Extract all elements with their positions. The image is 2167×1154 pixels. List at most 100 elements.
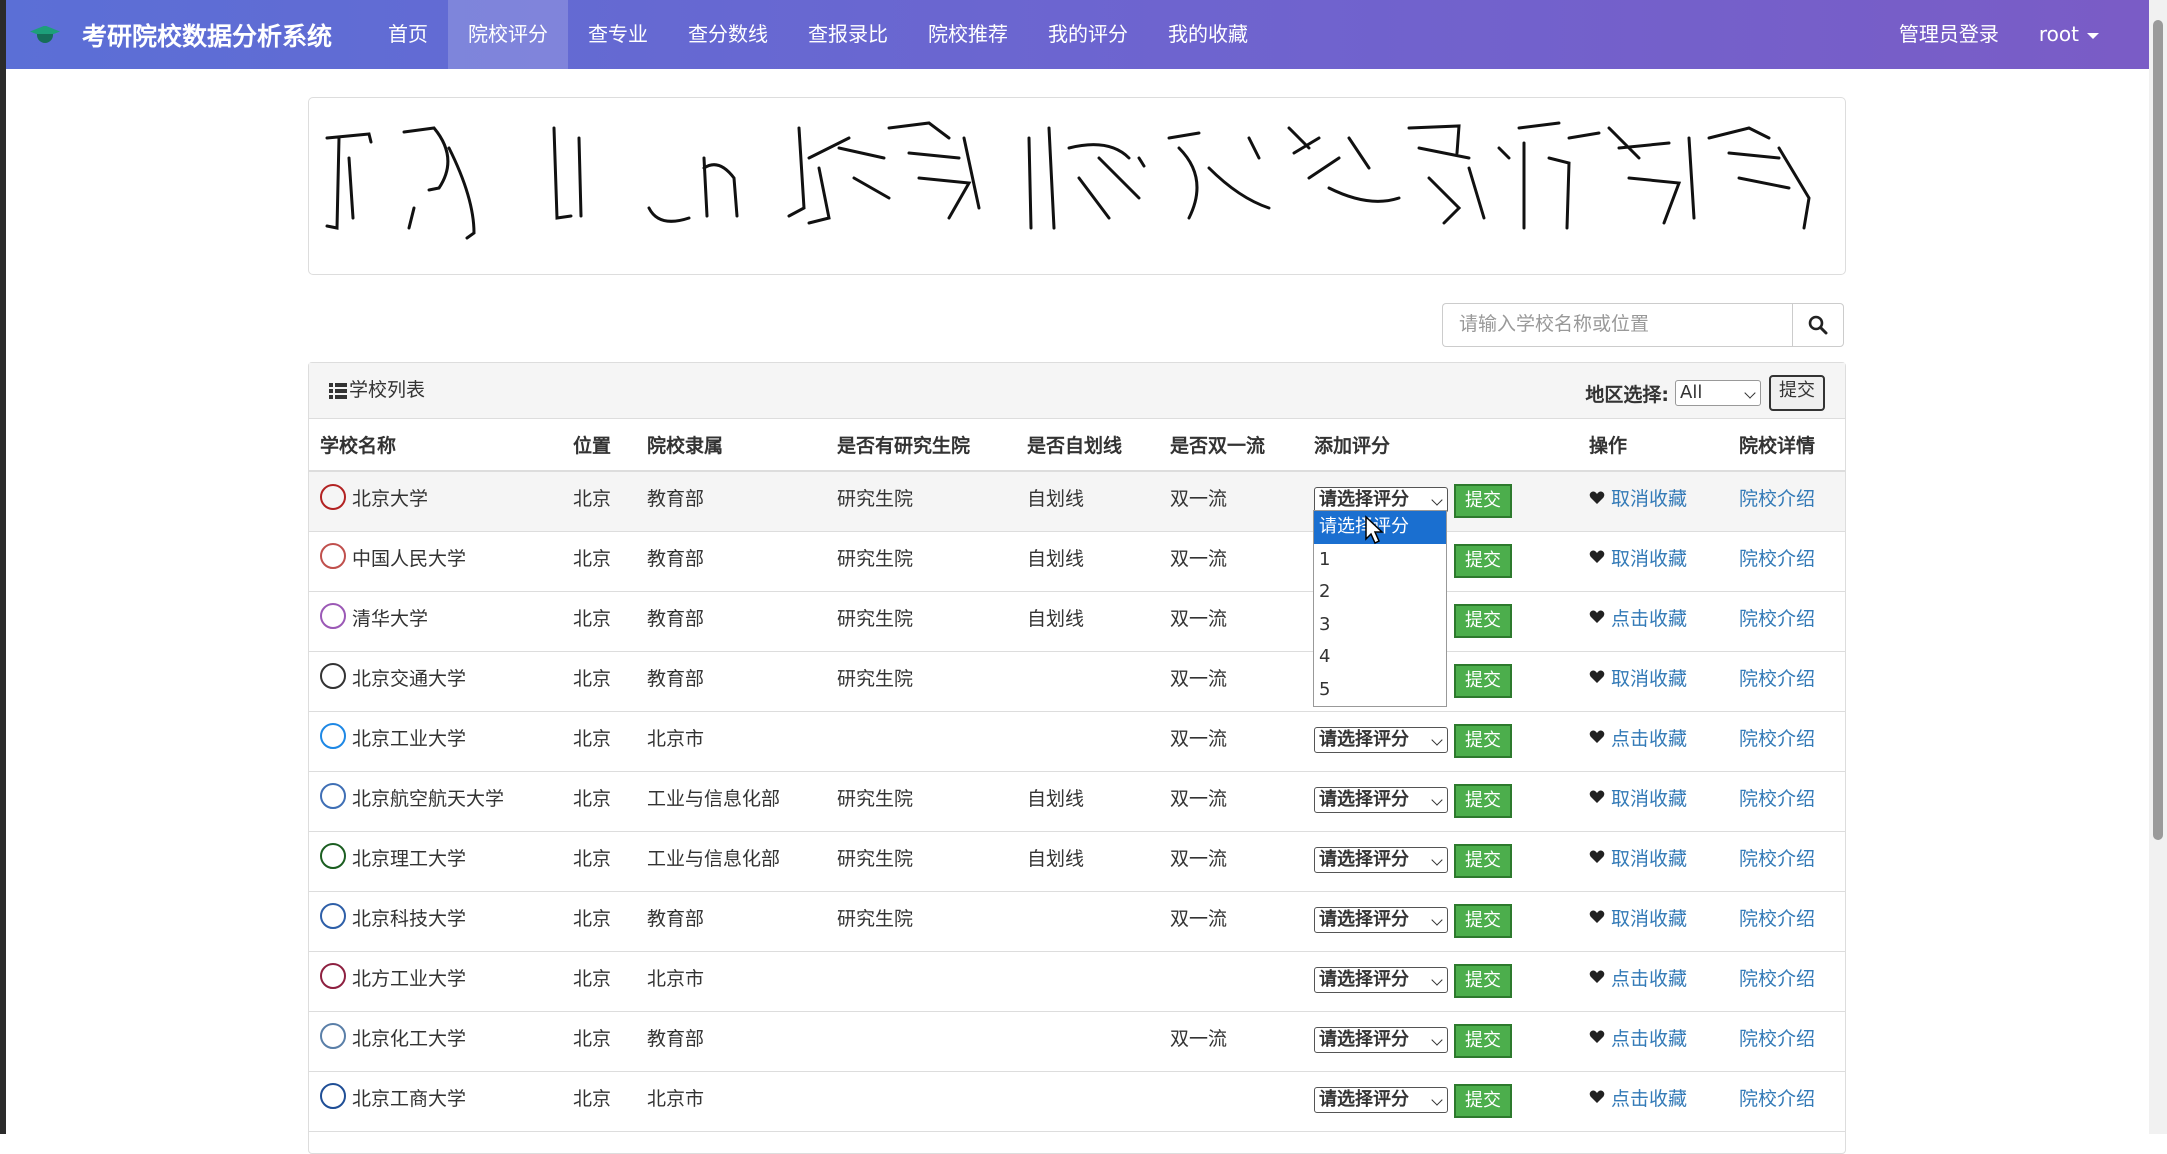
action-cell: 点击收藏	[1578, 591, 1728, 652]
table-row: 北京大学 北京 教育部 研究生院 自划线 双一流 请选择评分 提交 取消收藏 院校介绍	[309, 471, 1845, 532]
school-detail-link[interactable]: 院校介绍	[1739, 608, 1815, 630]
favorite-toggle[interactable]: 取消收藏	[1589, 544, 1717, 571]
rating-cell: 请选择评分 提交	[1303, 711, 1578, 772]
grad-school-cell	[826, 1071, 1016, 1132]
favorite-toggle[interactable]: 点击收藏	[1589, 1084, 1717, 1111]
rating-submit-button[interactable]: 提交	[1454, 484, 1512, 518]
school-detail-link[interactable]: 院校介绍	[1739, 488, 1815, 510]
school-name: 北京大学	[352, 488, 429, 510]
affiliation-cell: 工业与信息化部	[636, 831, 826, 892]
school-name: 中国人民大学	[352, 547, 467, 570]
admin-login-link[interactable]: 管理员登录	[1879, 0, 2019, 69]
rating-option-2[interactable]: 2	[1314, 576, 1446, 609]
rating-select[interactable]: 请选择评分	[1314, 1086, 1448, 1113]
detail-cell: 院校介绍	[1728, 471, 1845, 532]
rating-submit-button[interactable]: 提交	[1454, 543, 1512, 578]
banner-image	[308, 97, 1846, 275]
favorite-toggle[interactable]: 点击收藏	[1589, 1024, 1717, 1051]
school-name: 北京化工大学	[352, 1027, 467, 1050]
school-detail-link[interactable]: 院校介绍	[1739, 788, 1815, 810]
search-button[interactable]	[1792, 303, 1844, 347]
favorite-toggle[interactable]: 点击收藏	[1589, 964, 1717, 991]
rating-submit-button[interactable]: 提交	[1454, 603, 1512, 638]
school-detail-link[interactable]: 院校介绍	[1739, 728, 1815, 750]
detail-cell: 院校介绍	[1728, 891, 1845, 952]
rating-select[interactable]: 请选择评分	[1314, 726, 1448, 753]
heart-icon	[1589, 730, 1605, 743]
scrollbar-thumb[interactable]	[2153, 20, 2163, 840]
column-header-6: 添加评分	[1303, 419, 1578, 472]
nav-item-1[interactable]: 院校评分	[448, 0, 569, 69]
region-submit-button[interactable]: 提交	[1769, 375, 1825, 411]
rating-submit-button[interactable]: 提交	[1454, 963, 1512, 998]
school-name-cell: 清华大学	[309, 591, 562, 652]
favorite-label: 点击收藏	[1611, 1027, 1688, 1050]
heart-icon	[1589, 1030, 1605, 1043]
nav-item-7[interactable]: 我的收藏	[1148, 0, 1268, 69]
grad-school-cell	[826, 951, 1016, 1012]
favorite-toggle[interactable]: 取消收藏	[1589, 784, 1717, 811]
table-row: 北京工业大学 北京 北京市 双一流 请选择评分 提交 点击收藏 院校介绍	[309, 711, 1845, 772]
rating-select[interactable]: 请选择评分	[1314, 846, 1448, 873]
rating-submit-button[interactable]: 提交	[1454, 723, 1512, 758]
rating-option-1[interactable]: 1	[1314, 544, 1446, 577]
column-header-7: 操作	[1578, 419, 1728, 472]
favorite-toggle[interactable]: 点击收藏	[1589, 604, 1717, 631]
column-header-1: 位置	[562, 419, 636, 472]
table-row: 北方工业大学 北京 北京市 请选择评分 提交 点击收藏 院校介绍	[309, 951, 1845, 1012]
school-detail-link[interactable]: 院校介绍	[1739, 1028, 1815, 1050]
rating-submit-button[interactable]: 提交	[1454, 663, 1512, 698]
rating-select[interactable]: 请选择评分	[1314, 906, 1448, 933]
detail-cell: 院校介绍	[1728, 951, 1845, 1012]
location-cell: 北京	[562, 831, 636, 892]
column-header-2: 院校隶属	[636, 419, 826, 472]
nav-item-0[interactable]: 首页	[368, 0, 448, 69]
brand[interactable]: 考研院校数据分析系统	[28, 0, 332, 69]
detail-cell: 院校介绍	[1728, 651, 1845, 712]
school-name-cell: 北京工商大学	[309, 1071, 562, 1132]
search-input[interactable]: 请输入学校名称或位置	[1442, 303, 1792, 347]
nav-item-2[interactable]: 查专业	[568, 0, 668, 69]
nav-item-6[interactable]: 我的评分	[1028, 0, 1148, 69]
favorite-toggle[interactable]: 取消收藏	[1589, 904, 1717, 931]
favorite-label: 取消收藏	[1611, 787, 1688, 810]
nav-item-4[interactable]: 查报录比	[788, 0, 908, 69]
rating-submit-button[interactable]: 提交	[1454, 1083, 1512, 1118]
school-detail-link[interactable]: 院校介绍	[1739, 668, 1815, 690]
rating-option-4[interactable]: 4	[1314, 641, 1446, 674]
nav-item-5[interactable]: 院校推荐	[908, 0, 1028, 69]
page-scrollbar[interactable]	[2149, 0, 2167, 1134]
self-line-cell	[1016, 711, 1159, 772]
school-detail-link[interactable]: 院校介绍	[1739, 968, 1815, 990]
rating-select[interactable]: 请选择评分	[1314, 1026, 1448, 1053]
favorite-toggle[interactable]: 取消收藏	[1589, 664, 1717, 691]
rating-submit-button[interactable]: 提交	[1454, 843, 1512, 878]
nav-item-3[interactable]: 查分数线	[668, 0, 788, 69]
school-name-cell: 北京大学	[309, 471, 562, 532]
school-detail-link[interactable]: 院校介绍	[1739, 908, 1815, 930]
rating-submit-button[interactable]: 提交	[1454, 783, 1512, 818]
user-menu[interactable]: root	[2019, 0, 2119, 69]
list-icon	[329, 382, 347, 399]
school-detail-link[interactable]: 院校介绍	[1739, 848, 1815, 870]
favorite-toggle[interactable]: 取消收藏	[1589, 844, 1717, 871]
school-detail-link[interactable]: 院校介绍	[1739, 548, 1815, 570]
favorite-toggle[interactable]: 取消收藏	[1589, 484, 1717, 511]
rating-cell: 请选择评分 提交	[1303, 891, 1578, 952]
region-select[interactable]: All	[1675, 380, 1761, 406]
rating-select[interactable]: 请选择评分	[1314, 966, 1448, 993]
panel-title-text: 学校列表	[349, 379, 426, 401]
affiliation-cell: 工业与信息化部	[636, 771, 826, 832]
chevron-down-icon	[1431, 913, 1443, 926]
rating-option-3[interactable]: 3	[1314, 609, 1446, 642]
favorite-toggle[interactable]: 点击收藏	[1589, 724, 1717, 751]
school-logo-icon	[320, 783, 346, 809]
school-detail-link[interactable]: 院校介绍	[1739, 1088, 1815, 1110]
rating-submit-button[interactable]: 提交	[1454, 1023, 1512, 1058]
action-cell: 取消收藏	[1578, 891, 1728, 952]
grad-school-cell: 研究生院	[826, 531, 1016, 592]
rating-option-5[interactable]: 5	[1314, 674, 1446, 707]
rating-select[interactable]: 请选择评分	[1314, 786, 1448, 813]
rating-submit-button[interactable]: 提交	[1454, 903, 1512, 938]
school-list-panel: 学校列表 地区选择: All 提交 学校名称 位置 院校隶属 是否有研究生院 是否自划线…	[308, 362, 1846, 1154]
